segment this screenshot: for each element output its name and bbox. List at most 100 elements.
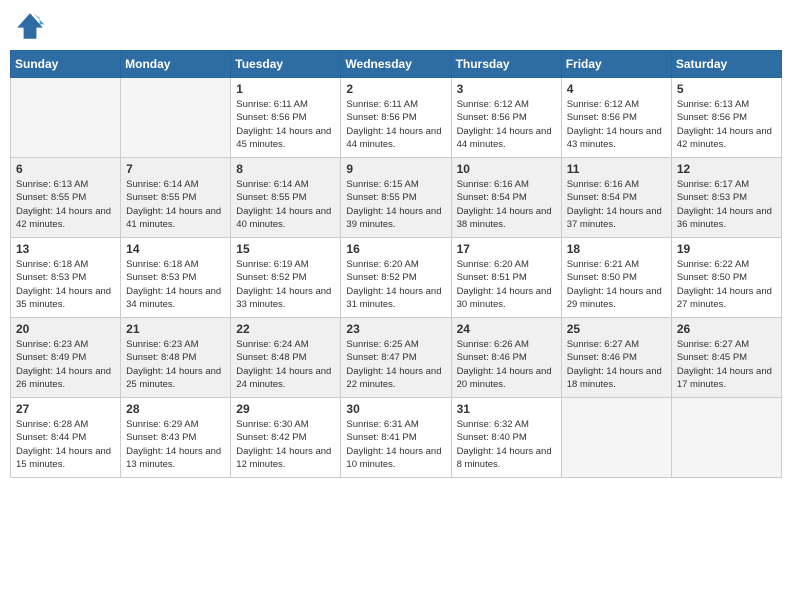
day-info: Sunrise: 6:12 AMSunset: 8:56 PMDaylight:… — [567, 98, 666, 151]
calendar-cell: 22 Sunrise: 6:24 AMSunset: 8:48 PMDayligh… — [231, 318, 341, 398]
day-info: Sunrise: 6:24 AMSunset: 8:48 PMDaylight:… — [236, 338, 335, 391]
day-info: Sunrise: 6:27 AMSunset: 8:45 PMDaylight:… — [677, 338, 776, 391]
calendar-cell: 15Sunrise: 6:19 AMSunset: 8:52 PMDayligh… — [231, 238, 341, 318]
day-info: Sunrise: 6:11 AMSunset: 8:56 PMDaylight:… — [346, 98, 445, 151]
day-number: 9 — [346, 162, 445, 176]
day-info: Sunrise: 6:25 AMSunset: 8:47 PMDaylight:… — [346, 338, 445, 391]
day-info: Sunrise: 6:21 AMSunset: 8:50 PMDaylight:… — [567, 258, 666, 311]
calendar-cell: 6Sunrise: 6:13 AMSunset: 8:55 PMDaylight… — [11, 158, 121, 238]
day-info: Sunrise: 6:17 AMSunset: 8:53 PMDaylight:… — [677, 178, 776, 231]
calendar-cell: 13 Sunrise: 6:18 AMSunset: 8:53 PMDayligh… — [11, 238, 121, 318]
weekday-header-tuesday: Tuesday — [231, 51, 341, 78]
day-info: Sunrise: 6:31 AMSunset: 8:41 PMDaylight:… — [346, 418, 445, 471]
day-info: Sunrise: 6:20 AMSunset: 8:52 PMDaylight:… — [346, 258, 445, 311]
day-info: Sunrise: 6:16 AMSunset: 8:54 PMDaylight:… — [457, 178, 556, 231]
day-number: 27 — [16, 402, 115, 416]
logo-icon — [14, 10, 46, 42]
day-number: 5 — [677, 82, 776, 96]
weekday-header-row: SundayMondayTuesdayWednesdayThursdayFrid… — [11, 51, 782, 78]
day-number: 16 — [346, 242, 445, 256]
weekday-header-monday: Monday — [121, 51, 231, 78]
day-info: Sunrise: 6:22 AMSunset: 8:50 PMDaylight:… — [677, 258, 776, 311]
day-number: 18 — [567, 242, 666, 256]
calendar-cell: 23 Sunrise: 6:25 AMSunset: 8:47 PMDayligh… — [341, 318, 451, 398]
day-info: Sunrise: 6:13 AMSunset: 8:55 PMDaylight:… — [16, 178, 115, 231]
day-number: 14 — [126, 242, 225, 256]
calendar-cell: 4 Sunrise: 6:12 AMSunset: 8:56 PMDaylight… — [561, 78, 671, 158]
day-info: Sunrise: 6:15 AMSunset: 8:55 PMDaylight:… — [346, 178, 445, 231]
calendar-cell — [11, 78, 121, 158]
weekday-header-saturday: Saturday — [671, 51, 781, 78]
calendar-cell: 27 Sunrise: 6:28 AMSunset: 8:44 PMDayligh… — [11, 398, 121, 478]
weekday-header-sunday: Sunday — [11, 51, 121, 78]
weekday-header-friday: Friday — [561, 51, 671, 78]
day-info: Sunrise: 6:32 AMSunset: 8:40 PMDaylight:… — [457, 418, 556, 471]
calendar-cell: 8 Sunrise: 6:14 AMSunset: 8:55 PMDaylight… — [231, 158, 341, 238]
day-info: Sunrise: 6:29 AMSunset: 8:43 PMDaylight:… — [126, 418, 225, 471]
day-number: 4 — [567, 82, 666, 96]
calendar-cell: 10 Sunrise: 6:16 AMSunset: 8:54 PMDayligh… — [451, 158, 561, 238]
day-info: Sunrise: 6:19 AMSunset: 8:52 PMDaylight:… — [236, 258, 335, 311]
day-number: 31 — [457, 402, 556, 416]
calendar-cell: 5 Sunrise: 6:13 AMSunset: 8:56 PMDaylight… — [671, 78, 781, 158]
day-number: 17 — [457, 242, 556, 256]
day-number: 29 — [236, 402, 335, 416]
day-info: Sunrise: 6:13 AMSunset: 8:56 PMDaylight:… — [677, 98, 776, 151]
day-info: Sunrise: 6:26 AMSunset: 8:46 PMDaylight:… — [457, 338, 556, 391]
calendar-cell: 19 Sunrise: 6:22 AMSunset: 8:50 PMDayligh… — [671, 238, 781, 318]
day-number: 23 — [346, 322, 445, 336]
day-info: Sunrise: 6:14 AMSunset: 8:55 PMDaylight:… — [236, 178, 335, 231]
calendar-table: SundayMondayTuesdayWednesdayThursdayFrid… — [10, 50, 782, 478]
calendar-cell: 9 Sunrise: 6:15 AMSunset: 8:55 PMDaylight… — [341, 158, 451, 238]
day-number: 12 — [677, 162, 776, 176]
day-info: Sunrise: 6:11 AMSunset: 8:56 PMDaylight:… — [236, 98, 335, 151]
day-number: 30 — [346, 402, 445, 416]
day-number: 19 — [677, 242, 776, 256]
day-number: 21 — [126, 322, 225, 336]
day-number: 22 — [236, 322, 335, 336]
calendar-cell: 3Sunrise: 6:12 AMSunset: 8:56 PMDaylight… — [451, 78, 561, 158]
day-number: 13 — [16, 242, 115, 256]
day-number: 7 — [126, 162, 225, 176]
day-number: 10 — [457, 162, 556, 176]
day-number: 2 — [346, 82, 445, 96]
calendar-cell: 30 Sunrise: 6:31 AMSunset: 8:41 PMDayligh… — [341, 398, 451, 478]
day-number: 11 — [567, 162, 666, 176]
day-number: 20 — [16, 322, 115, 336]
day-info: Sunrise: 6:27 AMSunset: 8:46 PMDaylight:… — [567, 338, 666, 391]
day-info: Sunrise: 6:14 AMSunset: 8:55 PMDaylight:… — [126, 178, 225, 231]
calendar-week-row: 6Sunrise: 6:13 AMSunset: 8:55 PMDaylight… — [11, 158, 782, 238]
calendar-cell: 21 Sunrise: 6:23 AMSunset: 8:48 PMDayligh… — [121, 318, 231, 398]
day-info: Sunrise: 6:30 AMSunset: 8:42 PMDaylight:… — [236, 418, 335, 471]
day-info: Sunrise: 6:23 AMSunset: 8:48 PMDaylight:… — [126, 338, 225, 391]
day-info: Sunrise: 6:28 AMSunset: 8:44 PMDaylight:… — [16, 418, 115, 471]
calendar-week-row: 20 Sunrise: 6:23 AMSunset: 8:49 PMDayligh… — [11, 318, 782, 398]
calendar-cell: 2 Sunrise: 6:11 AMSunset: 8:56 PMDaylight… — [341, 78, 451, 158]
calendar-cell — [121, 78, 231, 158]
day-number: 1 — [236, 82, 335, 96]
calendar-cell: 12 Sunrise: 6:17 AMSunset: 8:53 PMDayligh… — [671, 158, 781, 238]
day-info: Sunrise: 6:23 AMSunset: 8:49 PMDaylight:… — [16, 338, 115, 391]
calendar-cell: 29 Sunrise: 6:30 AMSunset: 8:42 PMDayligh… — [231, 398, 341, 478]
calendar-cell — [561, 398, 671, 478]
calendar-cell: 20 Sunrise: 6:23 AMSunset: 8:49 PMDayligh… — [11, 318, 121, 398]
calendar-cell: 16 Sunrise: 6:20 AMSunset: 8:52 PMDayligh… — [341, 238, 451, 318]
calendar-cell: 11 Sunrise: 6:16 AMSunset: 8:54 PMDayligh… — [561, 158, 671, 238]
calendar-cell: 25 Sunrise: 6:27 AMSunset: 8:46 PMDayligh… — [561, 318, 671, 398]
day-info: Sunrise: 6:12 AMSunset: 8:56 PMDaylight:… — [457, 98, 556, 151]
calendar-cell: 24Sunrise: 6:26 AMSunset: 8:46 PMDayligh… — [451, 318, 561, 398]
day-number: 25 — [567, 322, 666, 336]
calendar-week-row: 13 Sunrise: 6:18 AMSunset: 8:53 PMDayligh… — [11, 238, 782, 318]
calendar-week-row: 27 Sunrise: 6:28 AMSunset: 8:44 PMDayligh… — [11, 398, 782, 478]
calendar-cell: 7 Sunrise: 6:14 AMSunset: 8:55 PMDaylight… — [121, 158, 231, 238]
day-number: 28 — [126, 402, 225, 416]
day-info: Sunrise: 6:16 AMSunset: 8:54 PMDaylight:… — [567, 178, 666, 231]
calendar-cell: 14Sunrise: 6:18 AMSunset: 8:53 PMDayligh… — [121, 238, 231, 318]
day-info: Sunrise: 6:18 AMSunset: 8:53 PMDaylight:… — [16, 258, 115, 311]
calendar-cell: 18 Sunrise: 6:21 AMSunset: 8:50 PMDayligh… — [561, 238, 671, 318]
calendar-cell: 17Sunrise: 6:20 AMSunset: 8:51 PMDayligh… — [451, 238, 561, 318]
weekday-header-thursday: Thursday — [451, 51, 561, 78]
day-number: 26 — [677, 322, 776, 336]
calendar-cell: 31 Sunrise: 6:32 AMSunset: 8:40 PMDayligh… — [451, 398, 561, 478]
day-number: 8 — [236, 162, 335, 176]
